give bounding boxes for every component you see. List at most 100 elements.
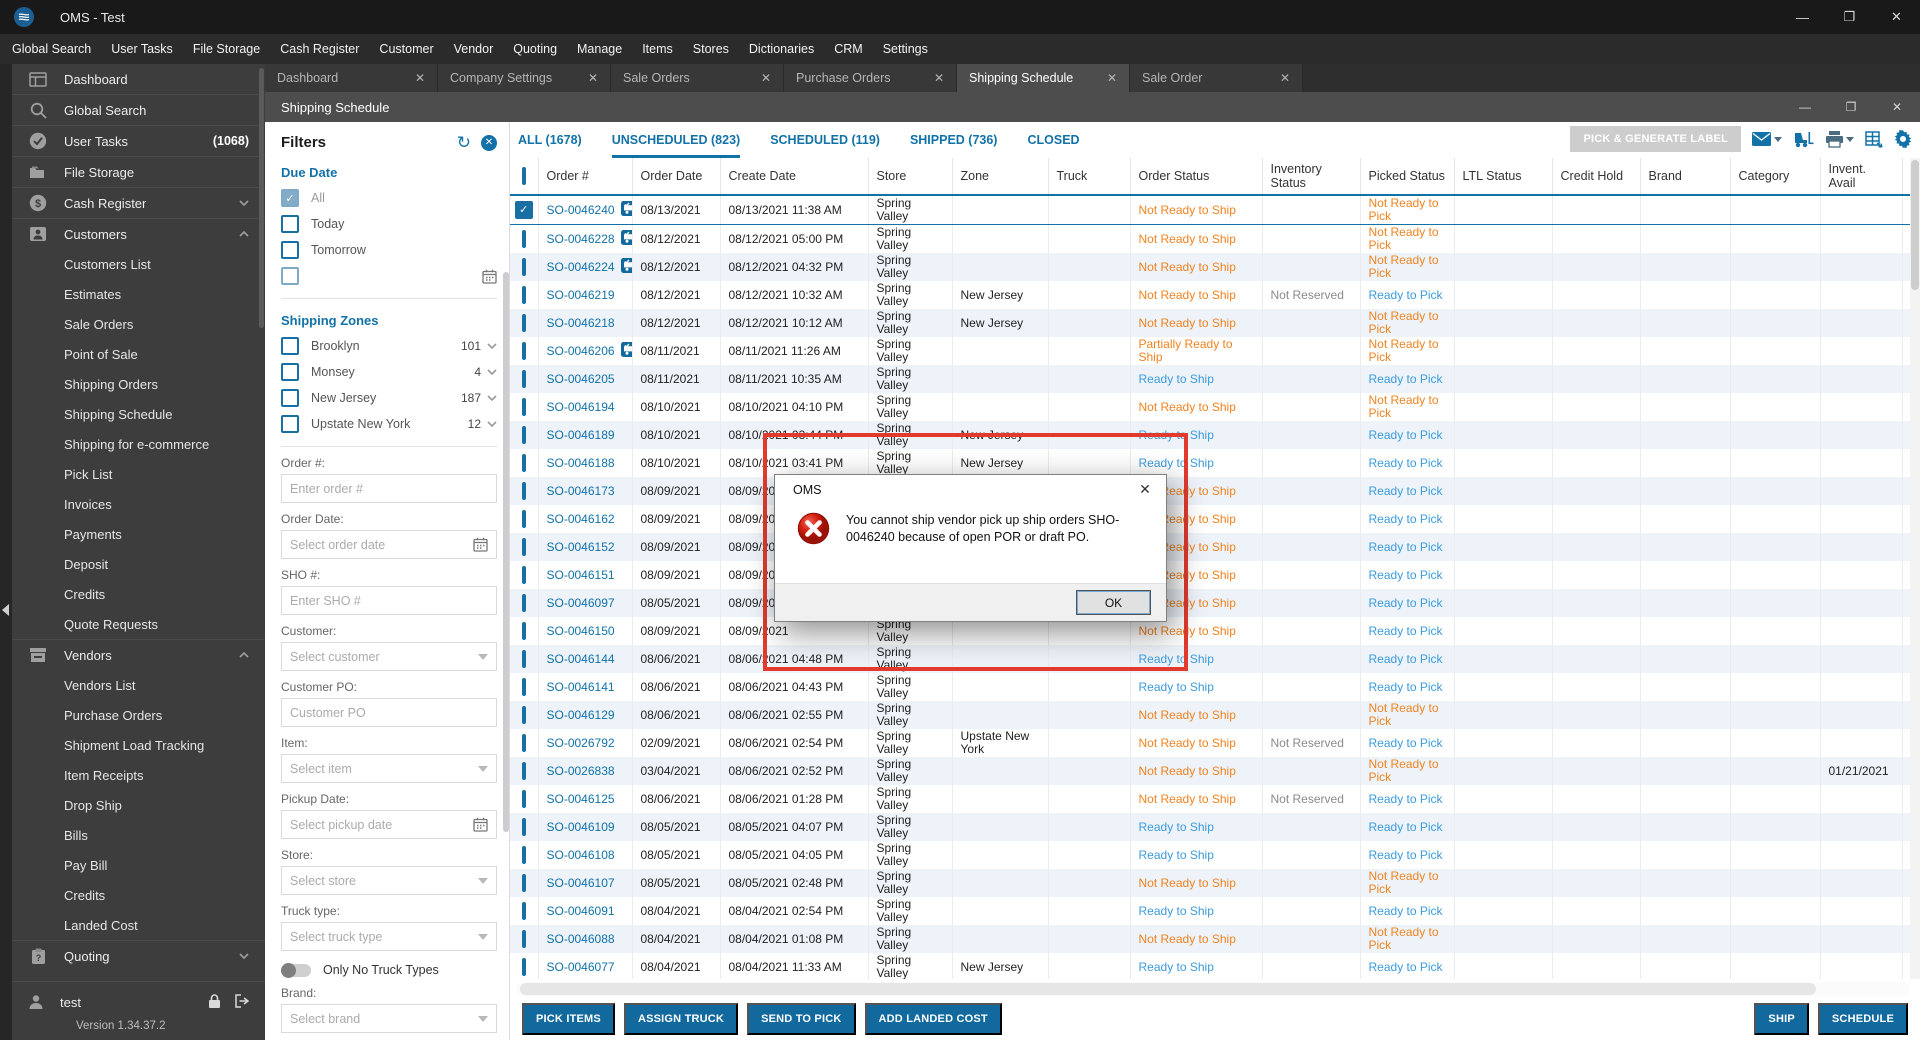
sidebar-item-customers-shipping-orders[interactable]: Shipping Orders <box>12 369 265 399</box>
filter-input-brand[interactable]: Select brand <box>281 1004 497 1033</box>
sidebar-item-vendors-bills[interactable]: Bills <box>12 820 265 850</box>
filter-input-pickup-date[interactable]: Select pickup date <box>281 810 497 839</box>
menu-vendor[interactable]: Vendor <box>444 42 504 56</box>
sidebar-item-customers-customers-list[interactable]: Customers List <box>12 249 265 279</box>
sidebar-item-dashboard[interactable]: Dashboard <box>12 64 265 94</box>
column-header-credit-hold[interactable]: Credit Hold <box>1552 158 1640 195</box>
menu-manage[interactable]: Manage <box>567 42 632 56</box>
row-checkbox[interactable] <box>522 650 526 668</box>
assign-truck-button[interactable]: ASSIGN TRUCK <box>624 1003 738 1035</box>
column-header-truck[interactable]: Truck <box>1048 158 1130 195</box>
row-checkbox[interactable] <box>522 958 526 976</box>
sidebar-item-vendors-shipment-load-tracking[interactable]: Shipment Load Tracking <box>12 730 265 760</box>
filter-input-store[interactable]: Select store <box>281 866 497 895</box>
row-checkbox[interactable] <box>522 482 526 500</box>
column-header-order[interactable]: Order # <box>538 158 632 195</box>
calendar-icon[interactable] <box>482 269 497 284</box>
order-number-link[interactable]: SO-0046219 <box>547 289 615 302</box>
row-checkbox[interactable] <box>522 622 526 640</box>
filter-checkbox-monsey[interactable]: Monsey4 <box>281 362 497 382</box>
dropdown-arrow-icon[interactable] <box>478 934 488 940</box>
pick-items-button[interactable]: PICK ITEMS <box>522 1003 615 1035</box>
sidebar-item-customers-pick-list[interactable]: Pick List <box>12 459 265 489</box>
doc-minimize-button[interactable]: — <box>1782 92 1828 122</box>
menu-stores[interactable]: Stores <box>683 42 739 56</box>
chevron-down-icon[interactable] <box>487 343 497 349</box>
filter-checkbox-due-date-custom-date[interactable] <box>281 266 497 286</box>
menu-crm[interactable]: CRM <box>824 42 872 56</box>
column-header-zone[interactable]: Zone <box>952 158 1048 195</box>
row-checkbox[interactable] <box>522 454 526 472</box>
sidebar-item-customers-payments[interactable]: Payments <box>12 519 265 549</box>
mail-icon[interactable] <box>1752 132 1782 147</box>
calendar-icon[interactable] <box>473 817 488 832</box>
filters-scrollbar[interactable] <box>503 272 509 832</box>
row-checkbox[interactable] <box>522 342 526 360</box>
dropdown-arrow-icon[interactable] <box>478 654 488 660</box>
filter-input-item[interactable]: Select item <box>281 754 497 783</box>
sidebar-item-customers-estimates[interactable]: Estimates <box>12 279 265 309</box>
order-number-link[interactable]: SO-0046205 <box>547 373 615 386</box>
checkbox-checked[interactable]: ✓ <box>281 189 299 207</box>
sidebar-item-vendors[interactable]: Vendors <box>12 639 265 670</box>
sidebar-item-global-search[interactable]: Global Search <box>12 94 265 125</box>
row-checkbox[interactable] <box>522 258 526 276</box>
column-header-store[interactable]: Store <box>868 158 952 195</box>
tab-shipping-schedule[interactable]: Shipping Schedule✕ <box>957 64 1130 92</box>
order-number-link[interactable]: SO-0046077 <box>547 961 615 974</box>
dialog-close-icon[interactable]: ✕ <box>1124 475 1166 504</box>
sidebar-item-customers-credits[interactable]: Credits <box>12 579 265 609</box>
order-number-link[interactable]: SO-0046144 <box>547 653 615 666</box>
menu-cash-register[interactable]: Cash Register <box>270 42 369 56</box>
row-checkbox[interactable] <box>522 678 526 696</box>
filter-input-truck-type[interactable]: Select truck type <box>281 922 497 951</box>
filter-checkbox-brooklyn[interactable]: Brooklyn101 <box>281 336 497 356</box>
lock-icon[interactable] <box>207 993 222 1012</box>
collapse-arrow-icon[interactable] <box>2 604 9 616</box>
menu-settings[interactable]: Settings <box>873 42 938 56</box>
sidebar-item-vendors-landed-cost[interactable]: Landed Cost <box>12 910 265 940</box>
filter-checkbox-today[interactable]: Today <box>281 214 497 234</box>
menu-global-search[interactable]: Global Search <box>2 42 101 56</box>
sidebar-item-cash-register[interactable]: $Cash Register <box>12 187 265 218</box>
printer-icon[interactable] <box>1825 131 1854 148</box>
checkbox[interactable] <box>281 389 299 407</box>
row-checkbox[interactable] <box>522 230 526 248</box>
row-checkbox[interactable] <box>522 566 526 584</box>
tab-dashboard[interactable]: Dashboard✕ <box>265 64 438 92</box>
table-vertical-scrollbar[interactable] <box>1910 158 1920 979</box>
row-checkbox[interactable] <box>522 398 526 416</box>
row-checkbox[interactable] <box>522 930 526 948</box>
order-number-link[interactable]: SO-0046240 <box>547 204 615 217</box>
menu-quoting[interactable]: Quoting <box>503 42 567 56</box>
row-checkbox[interactable] <box>522 426 526 444</box>
status-tab-closed[interactable]: CLOSED <box>1027 133 1079 158</box>
filter-checkbox-all[interactable]: ✓All <box>281 188 497 208</box>
filter-input-order-date[interactable]: Select order date <box>281 530 497 559</box>
order-number-link[interactable]: SO-0046173 <box>547 485 615 498</box>
add-landed-cost-button[interactable]: ADD LANDED COST <box>865 1003 1002 1035</box>
column-header-invent-avail[interactable]: Invent. Avail <box>1820 158 1902 195</box>
row-checkbox[interactable] <box>522 874 526 892</box>
column-header-picked-status[interactable]: Picked Status <box>1360 158 1454 195</box>
calendar-icon[interactable] <box>473 537 488 552</box>
tab-close-icon[interactable]: ✕ <box>1107 71 1117 85</box>
checkbox[interactable] <box>281 267 299 285</box>
order-number-link[interactable]: SO-0046129 <box>547 709 615 722</box>
row-checkbox[interactable] <box>522 286 526 304</box>
row-checkbox[interactable] <box>522 902 526 920</box>
sidebar-item-customers-point-of-sale[interactable]: Point of Sale <box>12 339 265 369</box>
order-number-link[interactable]: SO-0046152 <box>547 541 615 554</box>
chevron-down-icon[interactable] <box>487 421 497 427</box>
sidebar-scrollbar[interactable] <box>259 68 264 328</box>
tab-close-icon[interactable]: ✕ <box>1280 71 1290 85</box>
order-number-link[interactable]: SO-0046107 <box>547 877 615 890</box>
column-header-brand[interactable]: Brand <box>1640 158 1730 195</box>
order-number-link[interactable]: SO-0046091 <box>547 905 615 918</box>
chevron-down-icon[interactable] <box>487 369 497 375</box>
export-icon[interactable] <box>1865 131 1883 148</box>
menu-dictionaries[interactable]: Dictionaries <box>739 42 824 56</box>
tab-close-icon[interactable]: ✕ <box>415 71 425 85</box>
tab-company-settings[interactable]: Company Settings✕ <box>438 64 611 92</box>
logout-icon[interactable] <box>234 993 251 1012</box>
